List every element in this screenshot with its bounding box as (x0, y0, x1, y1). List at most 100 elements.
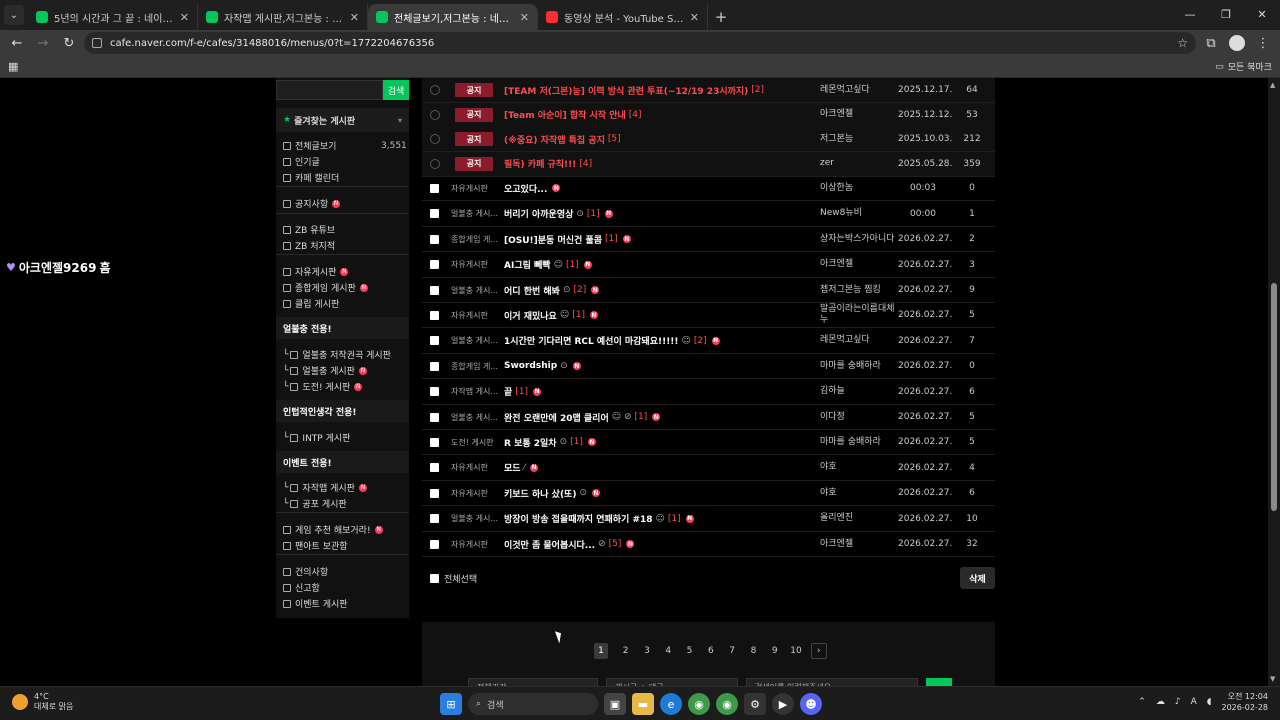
page-link[interactable]: 5 (679, 643, 700, 659)
extensions-icon[interactable]: ⧉ (1200, 32, 1222, 54)
sidebar-item-calendar[interactable]: 카페 캘린더 (283, 171, 339, 184)
board-search-input[interactable]: 검색어를 입력해주세요 (746, 678, 918, 686)
select-all-checkbox[interactable] (430, 574, 439, 583)
reload-button[interactable]: ↻ (58, 32, 80, 54)
article-author[interactable]: 이상한놈 (820, 183, 896, 194)
article-title[interactable]: [TEAM 저(그본)능] 이력 방식 관련 투표(~12/19 23시까지)[… (504, 84, 816, 97)
article-row[interactable]: 자유게시판 이것만 좀 물어봅시다... ⊘ [5] N 아크엔젤 2026.02.27. 3… (422, 532, 995, 557)
close-tab-icon[interactable]: ✕ (520, 11, 529, 24)
minimize-button[interactable]: — (1172, 0, 1208, 28)
article-row[interactable]: 도전! 게시판 R 보통 2일차 ⊙ [1] N 마마를 숭배하라 2026.02.27. 5 (422, 430, 995, 456)
taskbar-search[interactable]: ⌕ 검색 (468, 693, 598, 715)
network-icon[interactable]: ☁ (1156, 697, 1165, 707)
article-title[interactable]: (※중요) 자작맵 특집 공지 [5] (504, 133, 816, 146)
sidebar-item-clip[interactable]: 클립 게시판 (283, 297, 339, 310)
sidebar-item-notice[interactable]: 공지사항 N (283, 197, 341, 210)
sidebar-item-sub[interactable]: └ INTP 게시판 (283, 431, 350, 445)
article-title[interactable]: 필독) 카페 규칙!!! [4] (504, 157, 816, 171)
sidebar-item-game[interactable]: 종합게임 게시판 N (283, 281, 368, 294)
sidebar-item-event[interactable]: 이벤트 게시판 (283, 597, 348, 610)
back-button[interactable]: ← (6, 32, 28, 54)
article-title[interactable]: 이거 재밌나요 ☺ [1] N (504, 309, 816, 322)
close-tab-icon[interactable]: ✕ (690, 11, 699, 24)
article-author[interactable]: 김하늘 (820, 386, 896, 397)
comment-count[interactable]: [1] (572, 310, 585, 320)
article-author[interactable]: 아크엔젤 (820, 539, 896, 550)
new-tab-button[interactable]: + (708, 4, 734, 30)
article-author[interactable]: 마마를 숭배하라 (820, 437, 896, 448)
sidebar-item-popular[interactable]: 인기글 (283, 155, 320, 168)
article-title[interactable]: 방장이 방송 접을때까지 연패하기 #18 ☺ [1] N (504, 512, 816, 525)
page-link[interactable]: 2 (615, 643, 636, 659)
profile-button[interactable] (1226, 32, 1248, 54)
next-page-button[interactable]: › (810, 643, 827, 659)
sidebar-item-free[interactable]: 자유게시판 N (283, 265, 349, 278)
article-row[interactable]: 자유게시판 모드 ⁄ N 야호 2026.02.27. 4 (422, 456, 995, 481)
article-title[interactable]: 이것만 좀 물어봅시다... ⊘ [5] N (504, 538, 816, 551)
notice-row[interactable]: 공지 [Team 아순이] 합작 시작 안내 [4] 아크엔젤 2025.12.12. 5… (422, 102, 995, 128)
article-row[interactable]: 자유게시판 키보드 하나 샀(또) ⊙ N 야호 2026.02.27. 6 (422, 481, 995, 507)
sidebar-item-sub[interactable]: └ 공포 게시판 (283, 497, 347, 511)
close-window-button[interactable]: ✕ (1244, 0, 1280, 28)
article-row[interactable]: 자작맵 게시... 끝 [1] N 김하늘 2026.02.27. 6 (422, 380, 995, 405)
comment-count[interactable]: [1] (566, 260, 579, 270)
row-checkbox[interactable] (430, 488, 439, 498)
comment-count[interactable]: [1] (570, 437, 583, 447)
page-link[interactable]: 10 (785, 643, 806, 659)
windows-start-icon[interactable]: ⊞ (440, 693, 462, 715)
cafe-search-input[interactable] (276, 80, 383, 100)
article-title[interactable]: 완전 오랜만에 20맵 클리어 ☺ ⊘ [1] N (504, 411, 816, 424)
row-checkbox[interactable] (430, 209, 439, 219)
tray-overflow-icon[interactable]: ⌃ (1138, 697, 1146, 707)
comment-count[interactable]: [2] (751, 85, 764, 95)
sidebar-item-all-posts[interactable]: 전체글보기 3,551 (283, 139, 407, 152)
sidebar-item-sub[interactable]: └ 얼불충 저작권곡 게시판 (283, 348, 391, 362)
row-checkbox[interactable] (430, 310, 439, 320)
page-link[interactable]: 4 (658, 643, 679, 659)
page-link[interactable]: 6 (700, 643, 721, 659)
scroll-up-icon[interactable]: ▲ (1270, 81, 1275, 89)
volume-icon[interactable]: ◖ (1207, 697, 1212, 707)
browser-tab[interactable]: 전체글보기,저그본능 : 네이버 ✕ (368, 4, 538, 30)
comment-count[interactable]: [2] (694, 336, 707, 346)
comment-count[interactable]: [1] (635, 412, 648, 422)
comment-count[interactable]: [2] (574, 285, 587, 295)
apps-grid-icon[interactable]: ▦ (8, 60, 18, 73)
sidebar-item-sub[interactable]: └ 자작맵 게시판 N (283, 481, 367, 494)
chrome-profile-icon[interactable]: ◉ (716, 693, 738, 715)
sidebar-item-game-rec[interactable]: 게임 추천 해보거라! N (283, 523, 383, 536)
chrome-icon[interactable]: ◉ (688, 693, 710, 715)
cafe-search-button[interactable]: 검색 (383, 80, 409, 100)
article-title[interactable]: 버리기 아까운영상 ⊙ [1] N (504, 207, 816, 220)
article-title[interactable]: R 보통 2일차 ⊙ [1] N (504, 436, 816, 449)
row-checkbox[interactable] (430, 183, 439, 193)
row-checkbox[interactable] (430, 336, 439, 346)
article-author[interactable]: 저그본능 (820, 134, 896, 145)
article-author[interactable]: 젭저그본능 찜킹 (820, 285, 896, 296)
article-author[interactable]: 레몬먹고싶다 (820, 335, 896, 346)
article-row[interactable]: 얼불충 게시... 완전 오랜만에 20맵 클리어 ☺ ⊘ [1] N 이다정 2026.0… (422, 405, 995, 430)
chevron-down-icon[interactable]: ▾ (398, 116, 402, 125)
sidebar-item-suggest[interactable]: 건의사항 (283, 565, 328, 578)
comment-count[interactable]: [5] (609, 539, 622, 549)
scope-select[interactable]: 게시글 + 댓글 (606, 678, 738, 686)
period-select[interactable]: 전체기간 (468, 678, 598, 686)
delete-button[interactable]: 삭제 (960, 567, 995, 589)
article-author[interactable]: 아크엔젤 (820, 259, 896, 270)
row-checkbox[interactable] (430, 514, 439, 524)
select-all[interactable]: 전체선택 (430, 572, 477, 585)
article-row[interactable]: 얼불충 게시... 버리기 아까운영상 ⊙ [1] N New8뉴비 00:00 1 (422, 202, 995, 227)
tab-search-button[interactable]: ⌄ (4, 5, 24, 25)
article-title[interactable]: 키보드 하나 샀(또) ⊙ N (504, 487, 816, 500)
article-author[interactable]: New8뉴비 (820, 208, 896, 219)
sidebar-item-fanart[interactable]: 팬아트 보관함 (283, 539, 348, 552)
close-tab-icon[interactable]: ✕ (350, 11, 359, 24)
article-row[interactable]: 자유게시판 오고있다... N 이상한놈 00:03 0 (422, 176, 995, 202)
row-checkbox[interactable] (430, 412, 439, 422)
favorites-header[interactable]: ★ 즐겨찾는 게시판 ▾ (276, 108, 409, 132)
clock[interactable]: 오전 12:04 2026-02-28 (1222, 691, 1269, 713)
article-author[interactable]: 올리엔진 (820, 513, 896, 524)
forward-button[interactable]: → (32, 32, 54, 54)
article-title[interactable]: 1시간만 기다리면 RCL 예선이 마감돼요!!!!! ☺ [2] N (504, 334, 816, 347)
row-checkbox[interactable] (430, 260, 439, 270)
